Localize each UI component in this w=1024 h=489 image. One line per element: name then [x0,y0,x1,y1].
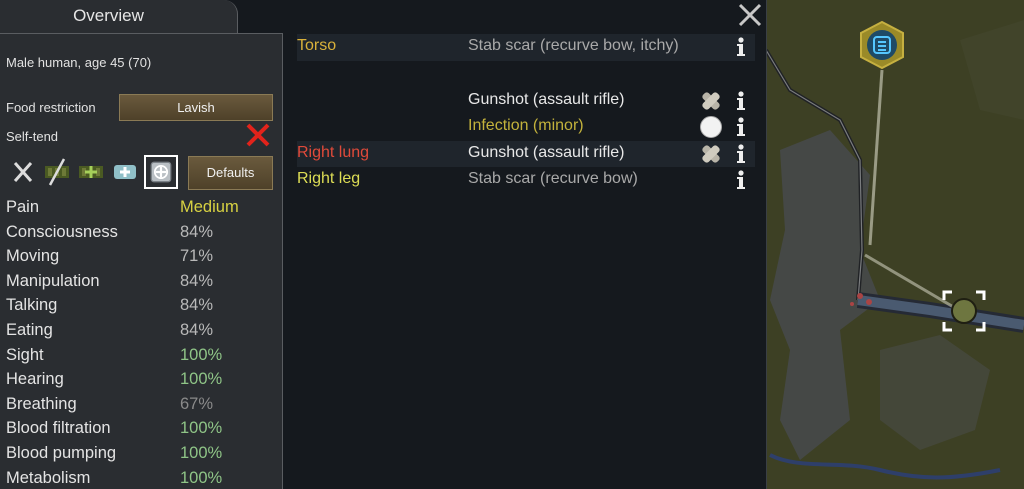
info-icon[interactable] [734,143,748,164]
capacity-row[interactable]: Hearing 100% [6,370,276,395]
food-restriction-button[interactable]: Lavish [119,94,273,121]
hediff-table: Torso Stab scar (recurve bow, itchy) Gunsh… [297,34,755,194]
hediff-label: Gunshot (assault rifle) [468,143,625,161]
info-icon[interactable] [734,37,748,57]
capacity-name: Breathing [6,394,77,413]
no-meds-icon[interactable] [42,157,72,187]
bandage-icon [702,91,720,110]
infection-severity-icon [700,116,722,138]
capacity-name: Sight [6,345,44,364]
hediff-group[interactable]: Right leg Stab scar (recurve bow) [297,167,755,194]
capacity-value: 84% [180,222,214,241]
capacity-row[interactable]: Blood filtration 100% [6,419,276,444]
body-part-label: Torso [297,37,337,54]
capacity-row[interactable]: Talking 84% [6,296,276,321]
capacity-name: Talking [6,296,58,315]
capacity-value: 100% [180,370,223,389]
capacity-value: Medium [180,198,239,216]
herbal-medicine-icon[interactable] [76,157,106,187]
capacity-row[interactable]: Consciousness 84% [6,223,276,248]
health-window: Male human, age 45 (70) Food restriction… [0,0,767,489]
capacity-row[interactable]: Breathing 67% [6,395,276,420]
tab-overview[interactable]: Overview [0,0,238,34]
capacity-value: 84% [180,296,214,315]
capacity-value: 100% [180,443,223,462]
no-care-icon[interactable] [8,157,38,187]
capacity-name: Blood filtration [6,419,111,438]
capacity-row[interactable]: Moving 71% [6,247,276,272]
self-tend-label: Self-tend [6,129,59,144]
hediff-label: Gunshot (assault rifle) [468,90,625,108]
hediff-label: Stab scar (recurve bow, itchy) [468,37,679,54]
food-restriction-label: Food restriction [6,100,96,115]
self-tend-checkbox-off-icon[interactable] [245,122,271,148]
capacity-row[interactable]: Metabolism 100% [6,469,276,489]
capacity-value: 71% [180,247,214,266]
glitterworld-medicine-icon[interactable] [144,155,178,189]
hediff-group[interactable]: Right lung Gunshot (assault rifle) [297,140,755,167]
hediff-group[interactable]: Gunshot (assault rifle) Infection (minor) [297,61,755,141]
settlement-icon[interactable] [860,20,904,70]
capacity-name: Consciousness [6,222,118,241]
defaults-button[interactable]: Defaults [188,156,273,190]
capacity-name: Moving [6,247,60,266]
capacity-value: 84% [180,271,214,290]
capacity-value: 100% [180,468,223,487]
capacity-row[interactable]: Manipulation 84% [6,272,276,297]
capacity-row[interactable]: Blood pumping 100% [6,444,276,469]
hediff-group[interactable]: Torso Stab scar (recurve bow, itchy) [297,34,755,61]
info-icon[interactable] [734,170,748,190]
capacities-list: Pain Medium Consciousness 84% Moving 71% Manip… [6,198,276,489]
capacity-value: 84% [180,320,214,339]
overview-panel: Male human, age 45 (70) Food restriction… [0,33,283,489]
close-icon[interactable] [737,2,763,28]
info-icon[interactable] [734,90,748,111]
capacity-name: Eating [6,320,53,339]
info-icon[interactable] [734,117,748,137]
pawn-description: Male human, age 45 (70) [6,55,152,70]
capacity-value: 100% [180,419,223,438]
capacity-name: Manipulation [6,271,100,290]
hediff-label: Infection (minor) [468,117,584,134]
capacity-name: Blood pumping [6,443,117,462]
body-part-label: Right lung [297,143,370,161]
capacity-row[interactable]: Sight 100% [6,346,276,371]
capacity-row[interactable]: Eating 84% [6,321,276,346]
capacity-row[interactable]: Pain Medium [6,198,276,223]
capacity-name: Metabolism [6,468,91,487]
capacity-value: 67% [180,394,214,413]
capacity-value: 100% [180,345,223,364]
capacity-name: Hearing [6,370,64,389]
hediff-label: Stab scar (recurve bow) [468,170,638,187]
capacity-name: Pain [6,198,40,216]
body-part-label: Right leg [297,170,361,187]
industrial-medicine-icon[interactable] [110,157,140,187]
bandage-icon [702,144,720,163]
